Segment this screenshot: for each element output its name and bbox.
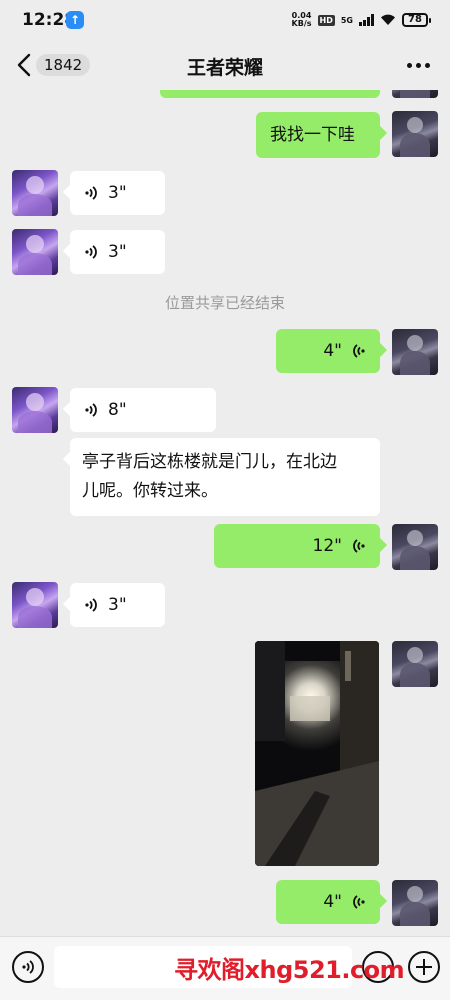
avatar[interactable] bbox=[392, 641, 438, 687]
voice-duration: 4" bbox=[323, 892, 342, 912]
signal-icon bbox=[359, 14, 374, 26]
avatar-partial[interactable] bbox=[392, 90, 438, 98]
avatar[interactable] bbox=[392, 329, 438, 375]
avatar[interactable] bbox=[392, 880, 438, 926]
night-photo-image bbox=[255, 641, 379, 866]
voice-duration: 12" bbox=[312, 536, 342, 556]
chat-header: 1842 王者荣耀 bbox=[0, 40, 450, 90]
message-bubble[interactable]: 我找一下哇 bbox=[256, 112, 380, 158]
battery-icon: 78 bbox=[402, 13, 431, 27]
voice-message[interactable]: 3" bbox=[70, 583, 165, 627]
voice-duration: 3" bbox=[108, 183, 127, 203]
voice-wave-icon bbox=[353, 344, 365, 358]
plus-icon[interactable] bbox=[408, 951, 440, 983]
voice-message[interactable]: 8" bbox=[70, 388, 216, 432]
avatar[interactable] bbox=[12, 170, 58, 216]
status-icons: 0.04 KB/s HD 5G 78 bbox=[292, 10, 431, 30]
voice-wave-icon bbox=[85, 245, 97, 259]
message-text-line: 儿呢。你转过来。 bbox=[82, 481, 218, 501]
avatar[interactable] bbox=[392, 524, 438, 570]
image-message[interactable] bbox=[255, 641, 379, 866]
net-speed: 0.04 KB/s bbox=[292, 12, 312, 28]
avatar[interactable] bbox=[12, 582, 58, 628]
voice-wave-icon bbox=[353, 895, 365, 909]
wifi-icon bbox=[381, 14, 395, 25]
system-message: 位置共享已经结束 bbox=[164, 294, 285, 312]
voice-message[interactable]: 4" bbox=[276, 880, 380, 924]
voice-message[interactable]: 12" bbox=[214, 524, 380, 568]
voice-message[interactable]: 3" bbox=[70, 171, 165, 215]
message-text: 我找一下哇 bbox=[270, 125, 355, 145]
voice-message[interactable]: 3" bbox=[70, 230, 165, 274]
voice-icon[interactable] bbox=[12, 951, 44, 983]
upload-icon: ↑ bbox=[66, 11, 84, 29]
message-bubble[interactable]: 亭子背后这栋楼就是门儿，在北边 儿呢。你转过来。 bbox=[70, 438, 380, 516]
voice-wave-icon bbox=[85, 403, 97, 417]
voice-wave-icon bbox=[353, 539, 365, 553]
voice-wave-icon bbox=[85, 598, 97, 612]
voice-message[interactable]: 4" bbox=[276, 329, 380, 373]
more-dots-icon[interactable] bbox=[407, 63, 430, 68]
message-bubble-partial[interactable] bbox=[160, 90, 380, 98]
status-bar: 12:28 ↑ 0.04 KB/s HD 5G 78 bbox=[0, 0, 450, 40]
message-text-line: 亭子背后这栋楼就是门儿，在北边 bbox=[82, 452, 337, 472]
avatar[interactable] bbox=[12, 229, 58, 275]
voice-toggle-glyph bbox=[22, 960, 34, 974]
voice-duration: 3" bbox=[108, 595, 127, 615]
chat-messages[interactable]: 我找一下哇 3" 3" 位置共享已经结束 4" 8" 亭子背后这栋楼就是门儿，在… bbox=[0, 90, 450, 936]
avatar[interactable] bbox=[392, 111, 438, 157]
voice-duration: 3" bbox=[108, 242, 127, 262]
avatar[interactable] bbox=[12, 387, 58, 433]
voice-wave-icon bbox=[85, 186, 97, 200]
net-speed-unit: KB/s bbox=[291, 19, 312, 28]
voice-duration: 8" bbox=[108, 400, 127, 420]
watermark-text: 寻欢阁xhg521.com bbox=[174, 956, 405, 984]
network-type: 5G bbox=[340, 15, 353, 25]
page-title: 王者荣耀 bbox=[186, 57, 263, 79]
voice-duration: 4" bbox=[323, 341, 342, 361]
hd-badge: HD bbox=[317, 14, 335, 26]
